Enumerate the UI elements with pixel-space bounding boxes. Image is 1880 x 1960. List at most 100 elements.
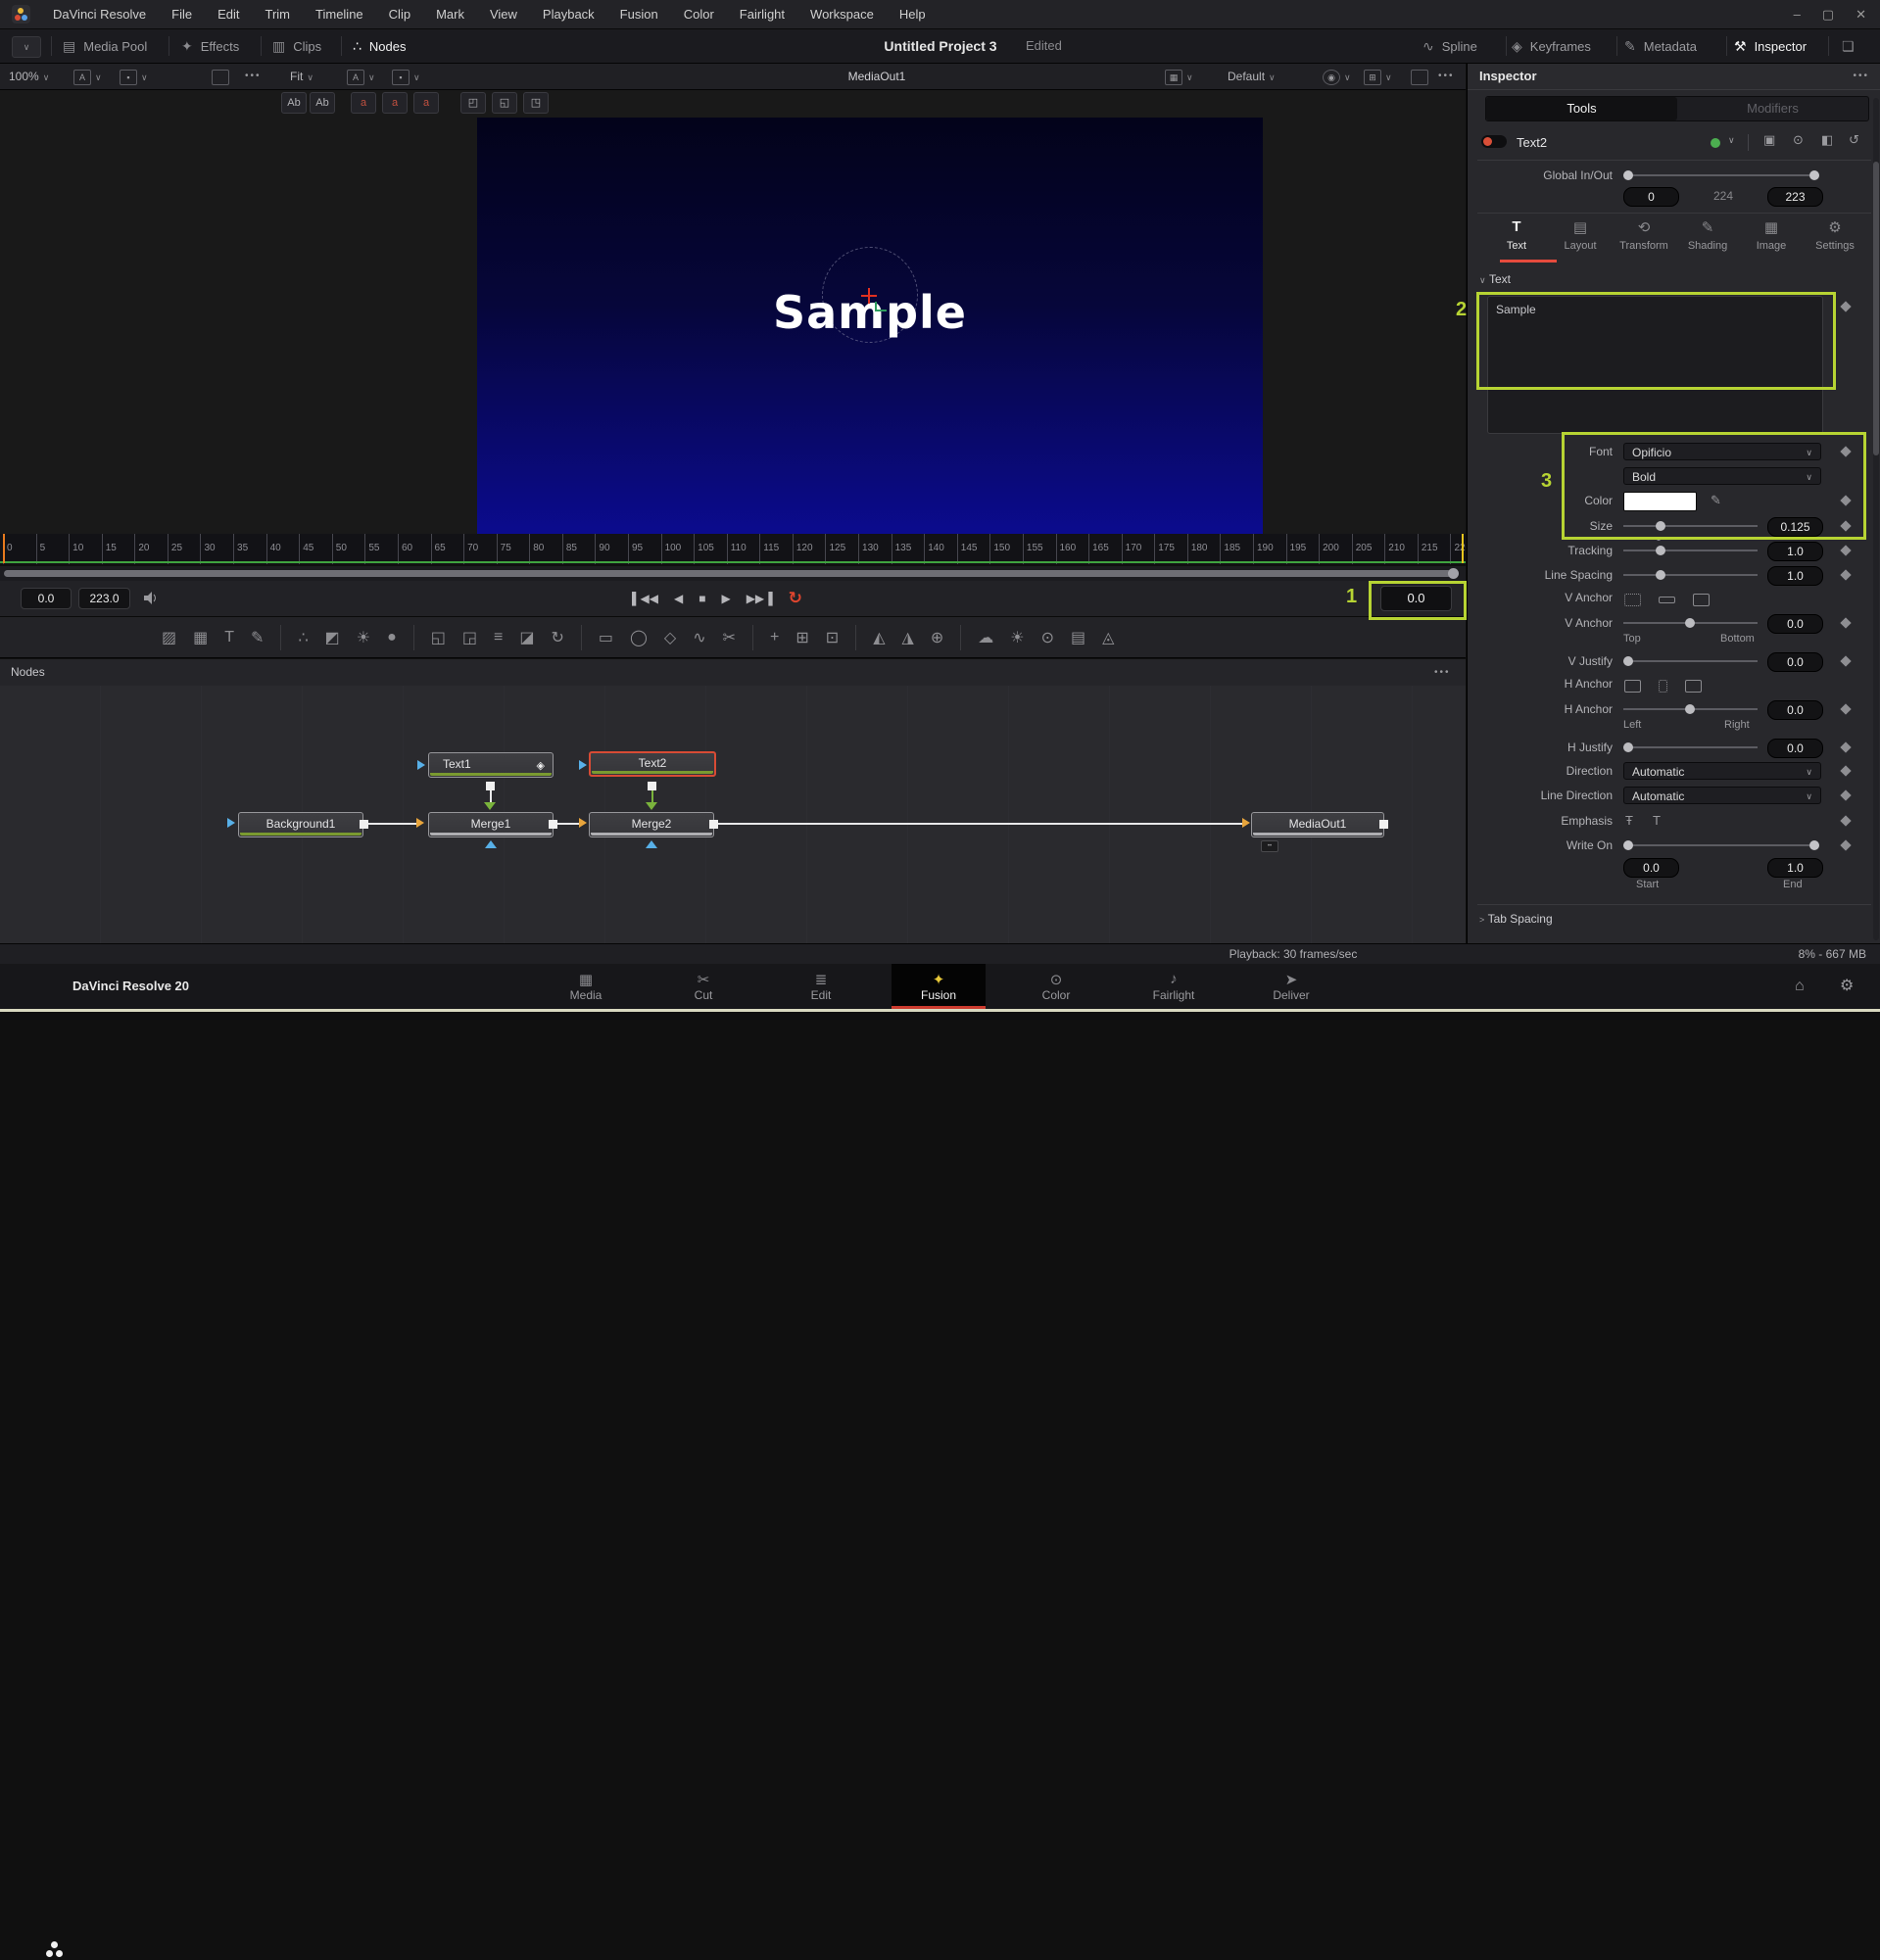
spline-button[interactable]: ∿Spline — [1422, 29, 1477, 63]
viewer-a-buffer-select[interactable]: A∨ — [73, 64, 102, 89]
tab-tools[interactable]: Tools — [1486, 97, 1677, 120]
h-justify-keyframe-diamond[interactable] — [1840, 741, 1851, 752]
node-mediaout1[interactable]: MediaOut1 — [1251, 812, 1384, 837]
nodes-options-button[interactable]: ••• — [1434, 659, 1451, 686]
camera3d-icon[interactable]: ☁ — [978, 628, 993, 647]
background1-output[interactable] — [360, 820, 368, 829]
tracking-field[interactable]: 1.0 — [1767, 542, 1823, 561]
window-maximize-button[interactable]: ▢ — [1822, 7, 1834, 23]
timeline-scrollbar[interactable] — [0, 566, 1466, 581]
viewer2-a-buffer-select[interactable]: A∨ — [347, 64, 375, 89]
tab-shading[interactable]: ✎Shading — [1678, 218, 1737, 252]
gridwarp-tool-icon[interactable]: ⊞ — [795, 628, 808, 647]
bspline-mask-icon[interactable]: ∿ — [693, 628, 705, 647]
tab-image[interactable]: ▦Image — [1742, 218, 1801, 252]
tab-spacing-section-header[interactable]: > Tab Spacing — [1479, 912, 1553, 926]
playhead[interactable] — [3, 534, 5, 563]
ribbon3d-icon[interactable]: ◬ — [1102, 628, 1114, 647]
metadata-button[interactable]: ✎Metadata — [1624, 29, 1697, 63]
magicmask-icon[interactable]: ✂ — [723, 628, 736, 647]
v-anchor-slider[interactable] — [1623, 614, 1758, 632]
polygon-mask-icon[interactable]: ◇ — [664, 628, 676, 647]
timeline-ruler[interactable]: 0510152025303540455055606570758085909510… — [0, 534, 1466, 564]
viewer-canvas[interactable]: Sample — [477, 118, 1263, 534]
node-merge2[interactable]: Merge2 — [589, 812, 714, 837]
page-color[interactable]: ⊙Color — [1009, 964, 1103, 1009]
node-text1[interactable]: Text1 ◈ — [428, 752, 554, 778]
viewer-channels-select[interactable]: ◉∨ — [1323, 64, 1351, 89]
page-fusion[interactable]: ✦Fusion — [892, 964, 986, 1009]
merge2-output[interactable] — [709, 820, 718, 829]
emphasis-keyframe-diamond[interactable] — [1840, 815, 1851, 826]
v-anchor-buttons[interactable] — [1624, 592, 1727, 609]
node-color-dot[interactable] — [1711, 138, 1720, 148]
v-justify-slider[interactable] — [1623, 652, 1758, 670]
text-format-button[interactable]: ◰ — [460, 92, 486, 114]
page-fairlight[interactable]: ♪Fairlight — [1127, 964, 1221, 1009]
goto-start-button[interactable]: ▌◀◀ — [632, 592, 658, 605]
line-direction-keyframe-diamond[interactable] — [1840, 789, 1851, 800]
node-editor-canvas[interactable]: Text1 ◈ Text2 Background1 Merge1 Merge2 … — [0, 686, 1466, 943]
scrollbar-knob[interactable] — [1448, 568, 1459, 579]
merge2-mask-input[interactable] — [646, 840, 657, 848]
tab-layout[interactable]: ▤Layout — [1551, 218, 1610, 252]
viewer-grid-select[interactable]: ⊞∨ — [1364, 64, 1392, 89]
menu-item[interactable]: Edit — [205, 0, 252, 28]
menu-item[interactable]: Fairlight — [727, 0, 797, 28]
merge3d-icon[interactable]: ⊕ — [931, 628, 943, 647]
merge2-foreground-input[interactable] — [646, 802, 657, 810]
menu-item[interactable]: View — [477, 0, 530, 28]
mediaout1-output[interactable] — [1379, 820, 1388, 829]
page-media[interactable]: ▦Media — [539, 964, 633, 1009]
h-anchor-keyframe-diamond[interactable] — [1840, 703, 1851, 714]
ui-layout-toggle[interactable]: ∨ — [12, 36, 41, 58]
transform-tool-icon[interactable]: ◱ — [431, 628, 446, 647]
paint-tool-icon[interactable]: ✎ — [251, 628, 264, 647]
text1-output[interactable] — [486, 782, 495, 790]
background1-input-arrow[interactable] — [227, 818, 235, 828]
colorcurves-tool-icon[interactable]: ◩ — [325, 628, 340, 647]
text-format-button[interactable]: Ab — [281, 92, 307, 114]
merge1-mask-input[interactable] — [485, 840, 497, 848]
page-edit[interactable]: ≣Edit — [774, 964, 868, 1009]
line-spacing-keyframe-diamond[interactable] — [1840, 569, 1851, 580]
stabilize-tool-icon[interactable]: ⊡ — [826, 628, 839, 647]
text2-input-arrow[interactable] — [579, 760, 587, 770]
merge2-background-input[interactable] — [579, 818, 587, 828]
v-justify-keyframe-diamond[interactable] — [1840, 655, 1851, 666]
pin-icon[interactable]: ⊙ — [1793, 132, 1804, 148]
strikethrough-button[interactable]: Ŧ — [1625, 813, 1633, 828]
range-out-field[interactable]: 223.0 — [78, 588, 130, 609]
viewer-b-buffer-select[interactable]: ▪∨ — [120, 64, 148, 89]
text-format-button[interactable]: a — [382, 92, 408, 114]
v-anchor-field[interactable]: 0.0 — [1767, 614, 1823, 634]
write-on-start-field[interactable]: 0.0 — [1623, 858, 1679, 878]
merge1-background-input[interactable] — [416, 818, 424, 828]
page-deliver[interactable]: ➤Deliver — [1244, 964, 1338, 1009]
tracking-keyframe-diamond[interactable] — [1840, 545, 1851, 555]
viewer-fit-select[interactable]: Fit∨ — [290, 64, 313, 89]
text-section-header[interactable]: ∨ Text — [1479, 272, 1511, 286]
panel-toggle-button[interactable]: ❏ — [1842, 29, 1855, 63]
global-in-field[interactable]: 0 — [1623, 187, 1679, 207]
background-tool-icon[interactable]: ▨ — [162, 628, 176, 647]
write-on-keyframe-diamond[interactable] — [1840, 839, 1851, 850]
viewer2-b-buffer-select[interactable]: ▪∨ — [392, 64, 420, 89]
menu-item[interactable]: Fusion — [607, 0, 671, 28]
h-anchor-buttons[interactable] — [1624, 678, 1719, 695]
h-justify-slider[interactable] — [1623, 739, 1758, 756]
text-tool-icon[interactable]: T — [224, 629, 234, 646]
effects-button[interactable]: ✦Effects — [181, 29, 239, 63]
underline-button[interactable]: T — [1653, 813, 1661, 828]
text-format-button[interactable]: ◳ — [523, 92, 549, 114]
lock-icon[interactable]: ◧ — [1821, 132, 1833, 148]
tab-transform[interactable]: ⟲Transform — [1615, 218, 1673, 252]
global-out-field[interactable]: 223 — [1767, 187, 1823, 207]
settings-gear-icon[interactable]: ⚙ — [1840, 964, 1854, 1009]
menu-item[interactable]: Mark — [423, 0, 477, 28]
viewer-left-options-button[interactable]: ••• — [245, 64, 262, 89]
v-anchor-keyframe-diamond[interactable] — [1840, 617, 1851, 628]
write-on-end-field[interactable]: 1.0 — [1767, 858, 1823, 878]
loop-button[interactable]: ↻ — [789, 589, 802, 608]
tab-text[interactable]: TText — [1487, 218, 1546, 252]
